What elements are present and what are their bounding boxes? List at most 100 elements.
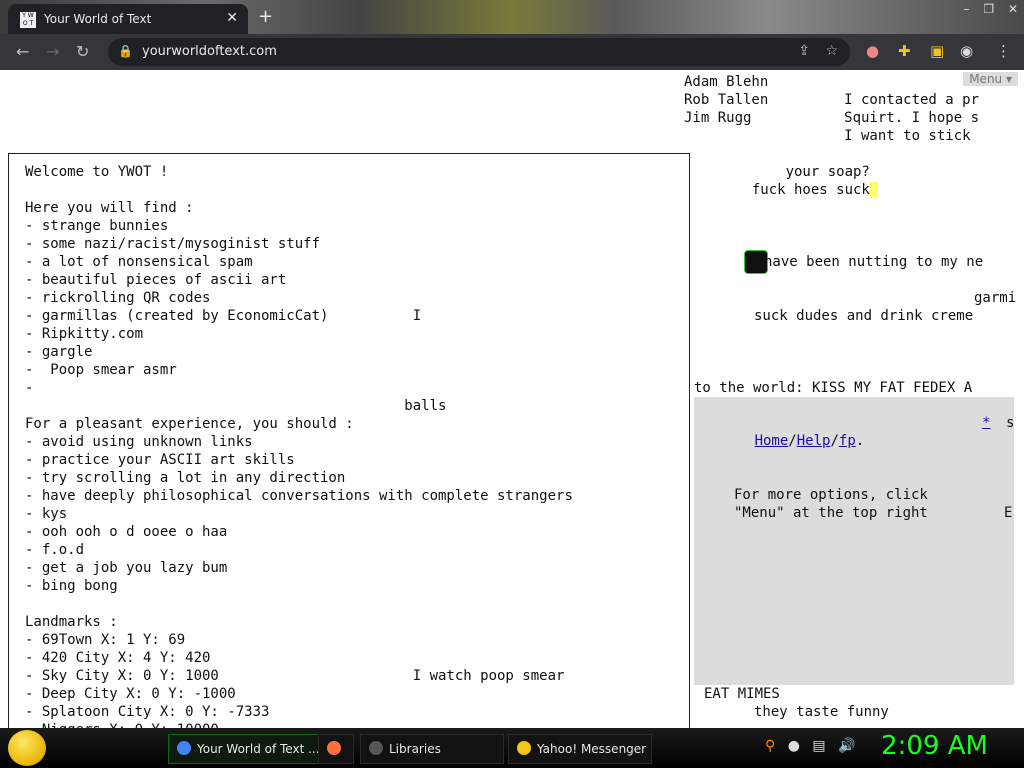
welcome-line: - practice your ASCII art skills (25, 452, 295, 468)
minimize-icon[interactable]: – (964, 2, 970, 16)
suck-dudes-line: suck dudes and drink creme (754, 308, 974, 324)
welcome-line (25, 181, 573, 199)
nutting-line: have been nutting to my ne (764, 254, 984, 270)
search-icon[interactable]: ⚲ (765, 738, 775, 754)
ywot-favicon-icon: Y W O T (20, 12, 36, 28)
welcome-line: - gargle (25, 344, 93, 360)
welcome-line: - 420 City X: 4 Y: 420 (25, 650, 211, 666)
star-link[interactable]: * (982, 415, 990, 431)
hoes-line: fuck hoes suck (735, 181, 879, 199)
help-e-char: E (1004, 505, 1013, 521)
welcome-line: - kys (25, 506, 68, 522)
network-icon[interactable]: ▤ (812, 738, 825, 754)
welcome-line: Welcome to YWOT ! (25, 164, 169, 180)
help-s-char: s (1006, 415, 1015, 431)
task-chrome[interactable]: Your World of Text ... (168, 734, 340, 764)
welcome-line: For a pleasant experience, you should : (25, 416, 354, 432)
welcome-line: - ooh ooh o d ooee o haa (25, 524, 228, 540)
close-tab-icon[interactable]: ✕ (226, 10, 238, 26)
chrome-menu-icon[interactable]: ⋮ (996, 42, 1011, 60)
soap-line: your soap? (735, 164, 870, 180)
tray-circle-icon[interactable]: ● (788, 738, 800, 754)
welcome-line: - f.o.d (25, 542, 85, 558)
welcome-line: - rickrolling QR codes (25, 290, 211, 306)
clock[interactable]: 2:09 AM (881, 731, 988, 761)
bookmark-star-icon[interactable]: ☆ (825, 43, 838, 59)
help-link[interactable]: Help (797, 433, 831, 449)
window-close-icon[interactable]: ✕ (1008, 2, 1018, 16)
side-panel-icon[interactable]: ▣ (930, 42, 944, 60)
task-label: Your World of Text ... (197, 742, 320, 756)
welcome-line: - a lot of nonsensical spam (25, 254, 253, 270)
window-controls: – ❐ ✕ (954, 2, 1018, 16)
welcome-text: Welcome to YWOT ! Here you will find : - s… (25, 163, 573, 728)
firefox-icon (327, 741, 341, 755)
welcome-line: - Poop smear asmr (25, 362, 177, 378)
home-link[interactable]: Home (755, 433, 789, 449)
browser-tab[interactable]: Y W O T Your World of Text ✕ (8, 4, 248, 34)
chrome-icon (177, 741, 191, 755)
welcome-box: Welcome to YWOT ! Here you will find : - s… (8, 153, 690, 728)
browser-toolbar: ← → ↻ 🔒 yourworldoftext.com ⇪ ☆ ● ✚ ▣ ◉ … (0, 34, 1024, 70)
top-right-line-2: Rob Tallen I contacted a pr (684, 92, 980, 108)
flag-extension-icon[interactable]: ● (866, 42, 879, 60)
taskbar: Your World of Text ... Libraries Yahoo! … (0, 728, 1024, 768)
welcome-line: - try scrolling a lot in any direction (25, 470, 346, 486)
task-label: Yahoo! Messenger (537, 742, 647, 756)
more-options-line-1: For more options, click (734, 487, 928, 503)
forward-icon[interactable]: → (46, 42, 59, 61)
task-libraries[interactable]: Libraries (360, 734, 504, 764)
url-text[interactable]: yourworldoftext.com (142, 44, 277, 59)
welcome-line: - Niggers X: 0 Y: 10000 (25, 721, 573, 728)
welcome-line: Landmarks : (25, 614, 118, 630)
welcome-line: - some nazi/racist/mysoginist stuff (25, 236, 321, 252)
share-icon[interactable]: ⇪ (798, 43, 810, 59)
lock-icon[interactable]: 🔒 (118, 44, 133, 58)
welcome-line (25, 595, 573, 613)
new-tab-icon[interactable]: + (258, 6, 273, 27)
eat-mimes-line: EAT MIMES (704, 686, 780, 702)
welcome-line: - Splatoon City X: 0 Y: -7333 (25, 704, 270, 720)
folder-icon (369, 741, 383, 755)
garmi-line: garmi (974, 290, 1017, 306)
address-bar[interactable]: 🔒 yourworldoftext.com ⇪ ☆ (108, 38, 850, 66)
welcome-line: - avoid using unknown links (25, 434, 253, 450)
top-right-line-3: Jim Rugg Squirt. I hope s (684, 110, 980, 126)
welcome-line: - strange bunnies (25, 218, 169, 234)
text-cursor (869, 182, 879, 198)
fp-link[interactable]: fp (839, 433, 856, 449)
reload-icon[interactable]: ↻ (76, 42, 89, 61)
welcome-line: - Sky City X: 0 Y: 1000 I watch poop sme… (25, 668, 565, 684)
browser-titlebar: Y W O T Your World of Text ✕ + – ❐ ✕ (0, 0, 1024, 34)
task-firefox[interactable] (318, 734, 354, 764)
taste-funny-line: they taste funny (754, 704, 889, 720)
task-label: Libraries (389, 742, 441, 756)
welcome-line: - get a job you lazy bum (25, 560, 228, 576)
help-box: Home/Help/fp. * s For more options, clic… (694, 397, 1014, 685)
welcome-line: - have deeply philosophical conversation… (25, 488, 573, 504)
welcome-line: - bing bong (25, 578, 118, 594)
welcome-line: - Ripkitty.com (25, 326, 144, 342)
back-icon[interactable]: ← (16, 42, 29, 61)
tab-title: Your World of Text (44, 12, 152, 26)
welcome-line: - (25, 380, 34, 396)
maximize-icon[interactable]: ❐ (983, 2, 994, 16)
ywot-menu-button[interactable]: Menu ▾ (963, 72, 1018, 86)
more-options-line-2: "Menu" at the top right (734, 505, 928, 521)
yahoo-messenger-icon (517, 741, 531, 755)
top-right-line-1: Adam Blehn (684, 74, 769, 90)
ywot-canvas[interactable]: Menu ▾ Adam Blehn Rob Tallen I contacted… (0, 70, 1024, 728)
volume-icon[interactable]: 🔊 (838, 738, 855, 754)
welcome-line: - beautiful pieces of ascii art (25, 272, 287, 288)
welcome-line: - garmillas (created by EconomicCat) I (25, 308, 422, 324)
top-right-line-4: I want to stick (684, 128, 971, 144)
welcome-line: balls (25, 398, 447, 414)
welcome-line: Here you will find : (25, 200, 194, 216)
welcome-line: - 69Town X: 1 Y: 69 (25, 632, 186, 648)
extensions-puzzle-icon[interactable]: ✚ (898, 42, 911, 60)
task-yahoo-messenger[interactable]: Yahoo! Messenger (508, 734, 652, 764)
welcome-line: - Deep City X: 0 Y: -1000 (25, 686, 236, 702)
profile-avatar-icon[interactable]: ◉ (960, 42, 973, 60)
kiss-line: to the world: KISS MY FAT FEDEX A (694, 380, 973, 396)
start-button-smiley-icon[interactable] (8, 730, 46, 766)
